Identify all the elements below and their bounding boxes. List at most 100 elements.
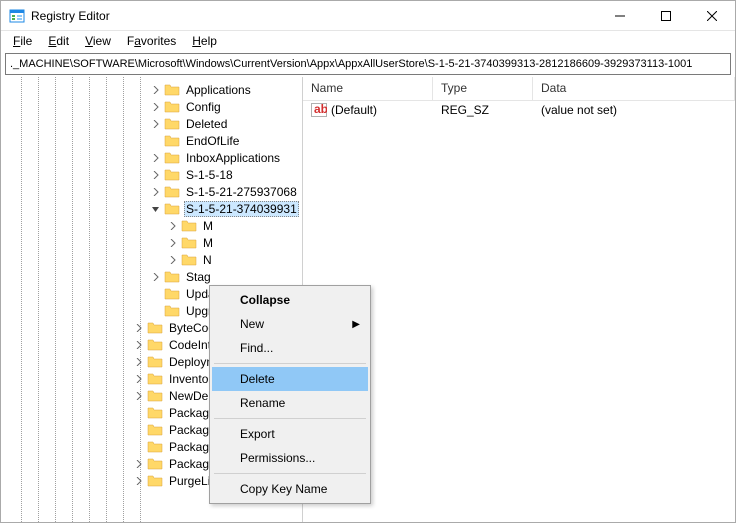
- minimize-button[interactable]: [597, 1, 643, 31]
- folder-icon: [147, 321, 163, 335]
- close-button[interactable]: [689, 1, 735, 31]
- chevron-right-icon[interactable]: [133, 373, 145, 385]
- tree-item-label: S-1-5-21-374039931: [184, 201, 299, 217]
- folder-icon: [147, 338, 163, 352]
- chevron-right-icon[interactable]: [150, 84, 162, 96]
- folder-icon: [164, 304, 180, 318]
- ctx-find[interactable]: Find...: [212, 336, 368, 360]
- tree-item-label: S-1-5-18: [184, 168, 235, 182]
- folder-icon: [147, 406, 163, 420]
- folder-icon: [181, 236, 197, 250]
- expander-empty: [150, 305, 162, 317]
- tree-item[interactable]: EndOfLife: [1, 132, 302, 149]
- ctx-new[interactable]: New ▶: [212, 312, 368, 336]
- maximize-button[interactable]: [643, 1, 689, 31]
- ctx-separator: [214, 363, 366, 364]
- submenu-arrow-icon: ▶: [352, 319, 360, 330]
- col-header-name[interactable]: Name: [303, 77, 433, 100]
- menu-view[interactable]: View: [77, 32, 119, 50]
- folder-icon: [164, 117, 180, 131]
- menu-favorites[interactable]: Favorites: [119, 32, 184, 50]
- ctx-collapse[interactable]: Collapse: [212, 288, 368, 312]
- address-bar[interactable]: ._MACHINE\SOFTWARE\Microsoft\Windows\Cur…: [5, 53, 731, 75]
- chevron-right-icon[interactable]: [133, 390, 145, 402]
- chevron-right-icon[interactable]: [133, 458, 145, 470]
- chevron-right-icon[interactable]: [167, 254, 179, 266]
- tree-item[interactable]: M: [1, 217, 302, 234]
- ctx-delete[interactable]: Delete: [212, 367, 368, 391]
- chevron-right-icon[interactable]: [133, 339, 145, 351]
- expander-empty: [150, 288, 162, 300]
- expander-empty: [133, 407, 145, 419]
- value-type: REG_SZ: [433, 103, 533, 117]
- tree-item-label: CodeInt: [167, 338, 213, 352]
- folder-icon: [164, 134, 180, 148]
- content-area: Applications Config DeletedEndOfLifeInboxA…: [1, 77, 735, 522]
- tree-item[interactable]: InboxApplications: [1, 149, 302, 166]
- tree-item-label: Applications: [184, 83, 253, 97]
- expander-empty: [133, 441, 145, 453]
- folder-icon: [147, 474, 163, 488]
- maximize-icon: [661, 11, 671, 21]
- folder-icon: [147, 355, 163, 369]
- value-name: (Default): [331, 103, 377, 117]
- list-header: Name Type Data: [303, 77, 735, 101]
- tree-item-label: Config: [184, 100, 223, 114]
- chevron-right-icon[interactable]: [150, 152, 162, 164]
- chevron-right-icon[interactable]: [167, 237, 179, 249]
- folder-icon: [164, 100, 180, 114]
- ctx-rename[interactable]: Rename: [212, 391, 368, 415]
- chevron-right-icon[interactable]: [167, 220, 179, 232]
- value-name-cell: ab (Default): [303, 103, 433, 117]
- folder-icon: [147, 423, 163, 437]
- tree-item[interactable]: S-1-5-21-275937068: [1, 183, 302, 200]
- tree-item[interactable]: Deleted: [1, 115, 302, 132]
- ctx-new-label: New: [240, 317, 264, 331]
- tree-item[interactable]: Applications: [1, 81, 302, 98]
- window-controls: [597, 1, 735, 30]
- folder-icon: [147, 457, 163, 471]
- tree-item[interactable]: M: [1, 234, 302, 251]
- tree-item[interactable]: N: [1, 251, 302, 268]
- menu-file[interactable]: File: [5, 32, 40, 50]
- value-row[interactable]: ab (Default) REG_SZ (value not set): [303, 101, 735, 119]
- svg-text:ab: ab: [314, 103, 327, 116]
- folder-icon: [164, 151, 180, 165]
- tree-item-label: N: [201, 253, 214, 267]
- chevron-right-icon[interactable]: [150, 186, 162, 198]
- col-header-data[interactable]: Data: [533, 77, 735, 100]
- folder-icon: [164, 270, 180, 284]
- tree-item[interactable]: S-1-5-18: [1, 166, 302, 183]
- chevron-right-icon[interactable]: [133, 322, 145, 334]
- regedit-icon: [9, 8, 25, 24]
- chevron-right-icon[interactable]: [133, 356, 145, 368]
- chevron-right-icon[interactable]: [150, 271, 162, 283]
- menu-help[interactable]: Help: [184, 32, 225, 50]
- tree-item-label: Invento: [167, 372, 210, 386]
- tree-item-label: M: [201, 219, 215, 233]
- chevron-right-icon[interactable]: [133, 475, 145, 487]
- folder-icon: [164, 168, 180, 182]
- close-icon: [707, 11, 717, 21]
- tree-item[interactable]: S-1-5-21-374039931: [1, 200, 302, 217]
- value-data: (value not set): [533, 103, 735, 117]
- chevron-right-icon[interactable]: [150, 118, 162, 130]
- ctx-export[interactable]: Export: [212, 422, 368, 446]
- minimize-icon: [615, 11, 625, 21]
- ctx-permissions[interactable]: Permissions...: [212, 446, 368, 470]
- chevron-right-icon[interactable]: [150, 169, 162, 181]
- folder-icon: [147, 372, 163, 386]
- titlebar: Registry Editor: [1, 1, 735, 31]
- tree-item-label: Stag: [184, 270, 213, 284]
- tree-item-label: Deleted: [184, 117, 229, 131]
- folder-icon: [164, 185, 180, 199]
- menubar: File Edit View Favorites Help: [1, 31, 735, 51]
- chevron-right-icon[interactable]: [150, 101, 162, 113]
- tree-item[interactable]: Stag: [1, 268, 302, 285]
- tree-item[interactable]: Config: [1, 98, 302, 115]
- ctx-copy-key-name[interactable]: Copy Key Name: [212, 477, 368, 501]
- chevron-down-icon[interactable]: [150, 203, 162, 215]
- menu-edit[interactable]: Edit: [40, 32, 77, 50]
- tree-item-label: Deployn: [167, 355, 215, 369]
- col-header-type[interactable]: Type: [433, 77, 533, 100]
